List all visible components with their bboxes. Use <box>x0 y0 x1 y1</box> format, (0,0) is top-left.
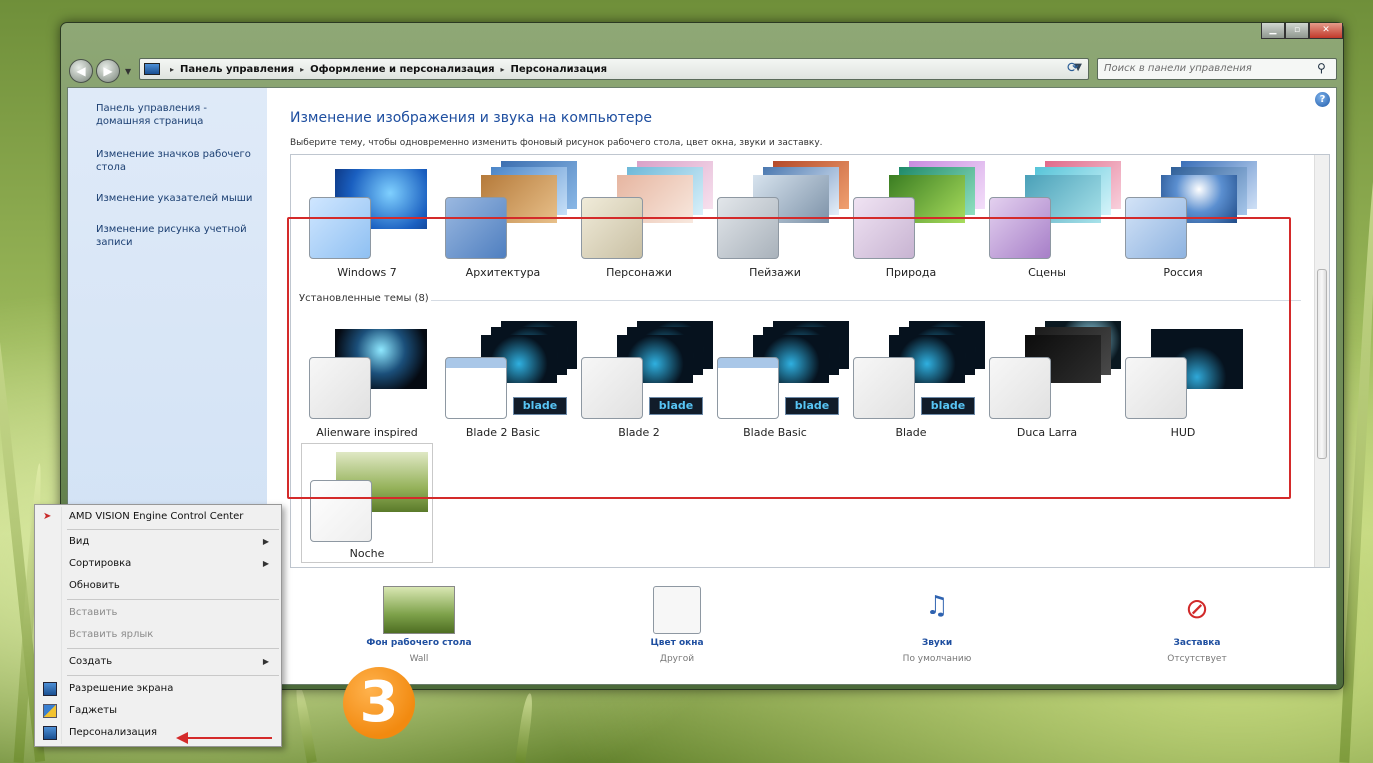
chevron-right-icon[interactable]: ▸ <box>501 65 505 74</box>
page-subtitle: Выберите тему, чтобы одновременно измени… <box>290 138 823 148</box>
setting-value: Отсутствует <box>1167 654 1227 664</box>
window-color-setting[interactable]: Цвет окна Другой <box>602 586 752 664</box>
setting-value: Другой <box>659 654 695 664</box>
grass-blade <box>293 682 317 763</box>
chevron-right-icon[interactable]: ▸ <box>170 65 174 74</box>
close-button[interactable]: ✕ <box>1309 23 1343 39</box>
setting-value: По умолчанию <box>902 654 972 664</box>
setting-title[interactable]: Заставка <box>1122 638 1272 648</box>
menu-separator <box>67 648 279 649</box>
search-placeholder: Поиск в панели управления <box>1104 63 1252 74</box>
desktop-context-menu: ➤ AMD VISION Engine Control Center Вид ▶… <box>34 504 282 747</box>
pointer-arrow-head <box>176 732 188 744</box>
menu-item-screen-resolution[interactable]: Разрешение экрана <box>37 679 279 699</box>
sidebar-link-account-picture[interactable]: Изменение рисунка учетной записи <box>96 223 259 249</box>
sidebar-link-home[interactable]: Панель управления - домашняя страница <box>96 102 259 128</box>
search-input[interactable]: Поиск в панели управления ⚲ <box>1097 58 1337 80</box>
screensaver-setting[interactable]: ⊘ Заставка Отсутствует <box>1122 586 1272 664</box>
wallpaper-thumbnail <box>383 586 455 634</box>
submenu-arrow-icon: ▶ <box>262 657 269 666</box>
minimize-button[interactable]: ▁ <box>1261 23 1285 39</box>
submenu-arrow-icon: ▶ <box>262 537 269 546</box>
menu-item-view[interactable]: Вид ▶ <box>37 532 279 552</box>
setting-title[interactable]: Фон рабочего стола <box>344 638 494 648</box>
menu-item-label: Создать <box>69 656 113 667</box>
forward-button[interactable]: ▶ <box>96 59 120 83</box>
setting-value: Wall <box>409 654 429 664</box>
menu-item-new[interactable]: Создать ▶ <box>37 652 279 672</box>
grass-blade <box>1339 163 1373 763</box>
menu-item-label: Вставить ярлык <box>69 629 154 640</box>
help-icon[interactable]: ? <box>1315 92 1330 107</box>
scrollbar-thumb[interactable] <box>1317 269 1327 459</box>
theme-list-scrollbar[interactable] <box>1314 155 1329 567</box>
breadcrumb-control-panel[interactable]: Панель управления <box>180 64 294 75</box>
menu-item-label: Вставить <box>69 607 118 618</box>
menu-separator <box>67 529 279 530</box>
desktop-background-setting[interactable]: Фон рабочего стола Wall <box>344 586 494 664</box>
setting-title[interactable]: Цвет окна <box>602 638 752 648</box>
setting-title[interactable]: Звуки <box>862 638 1012 648</box>
personalization-icon <box>43 726 57 740</box>
maximize-button[interactable]: ▫ <box>1285 23 1309 39</box>
sounds-setting[interactable]: ♫ Звуки По умолчанию <box>862 586 1012 664</box>
highlight-frame <box>287 217 1291 499</box>
sidebar-link-desktop-icons[interactable]: Изменение значков рабочего стола <box>96 148 259 174</box>
menu-item-gadgets[interactable]: Гаджеты <box>37 701 279 721</box>
menu-item-label: Разрешение экрана <box>69 683 174 694</box>
gadgets-icon <box>43 704 57 718</box>
address-bar[interactable]: ▸ Панель управления ▸ Оформление и персо… <box>139 58 1089 80</box>
menu-item-label: Сортировка <box>69 558 132 569</box>
sounds-icon: ♫ <box>925 591 949 621</box>
menu-item-personalization[interactable]: Персонализация <box>37 723 279 743</box>
menu-item-label: Вид <box>69 536 90 547</box>
refresh-icon[interactable]: ⟳ <box>1067 60 1085 78</box>
menu-separator <box>67 599 279 600</box>
amd-icon: ➤ <box>43 511 52 522</box>
menu-item-amd-vision[interactable]: ➤ AMD VISION Engine Control Center <box>37 507 279 527</box>
menu-item-label: Персонализация <box>69 727 157 738</box>
submenu-arrow-icon: ▶ <box>262 559 269 568</box>
step-number-marker: 3 <box>343 667 415 739</box>
menu-item-paste: Вставить <box>37 603 279 623</box>
back-button[interactable]: ◀ <box>69 59 93 83</box>
menu-item-refresh[interactable]: Обновить <box>37 576 279 596</box>
menu-item-paste-shortcut: Вставить ярлык <box>37 625 279 645</box>
pointer-arrow <box>186 737 272 739</box>
menu-separator <box>67 675 279 676</box>
window-color-swatch <box>653 586 701 634</box>
chevron-right-icon[interactable]: ▸ <box>300 65 304 74</box>
menu-item-sort[interactable]: Сортировка ▶ <box>37 554 279 574</box>
breadcrumb-personalization[interactable]: Персонализация <box>511 64 608 75</box>
screensaver-icon: ⊘ <box>1185 592 1209 625</box>
sidebar-link-mouse-pointers[interactable]: Изменение указателей мыши <box>96 192 259 205</box>
grass-blade <box>515 692 535 763</box>
monitor-icon <box>43 682 57 696</box>
menu-item-label: Обновить <box>69 580 120 591</box>
theme-label: Noche <box>349 547 385 560</box>
menu-item-label: Гаджеты <box>69 705 118 716</box>
control-panel-icon <box>144 63 160 75</box>
breadcrumb-appearance[interactable]: Оформление и персонализация <box>310 64 494 75</box>
search-icon[interactable]: ⚲ <box>1317 61 1331 75</box>
page-title: Изменение изображения и звука на компьют… <box>290 110 652 126</box>
menu-item-label: AMD VISION Engine Control Center <box>69 511 244 522</box>
recent-pages-dropdown[interactable]: ▼ <box>125 67 133 76</box>
